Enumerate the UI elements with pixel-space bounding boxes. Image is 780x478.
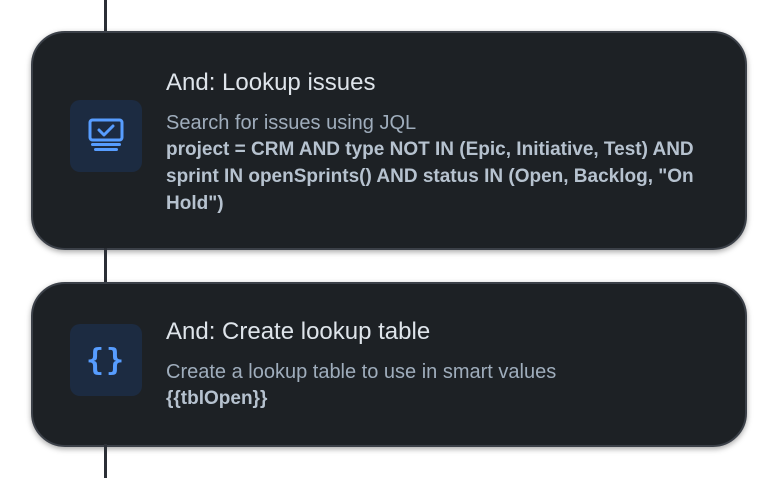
step-title: And: Lookup issues xyxy=(166,69,376,96)
jql-query: project = CRM AND type NOT IN (Epic, Ini… xyxy=(166,139,694,214)
monitor-check-icon xyxy=(88,118,124,151)
step-description: Create a lookup table to use in smart va… xyxy=(166,361,557,383)
braces-glyph: {} xyxy=(85,342,127,378)
flow-connector-top xyxy=(104,0,107,34)
rule-flow: And: Lookup issues Search for issues usi… xyxy=(0,0,780,478)
issue-search-icon xyxy=(70,100,142,172)
step-description: Search for issues using JQL xyxy=(166,112,417,134)
flow-connector-middle xyxy=(104,248,107,284)
step-text: And: Create lookup table Create a lookup… xyxy=(166,317,715,412)
step-card-create-lookup-table[interactable]: {} And: Create lookup table Create a loo… xyxy=(31,282,747,447)
lookup-table-name: {{tblOpen}} xyxy=(166,388,268,409)
flow-connector-bottom xyxy=(104,444,107,478)
curly-braces-icon: {} xyxy=(70,324,142,396)
step-text: And: Lookup issues Search for issues usi… xyxy=(166,68,715,217)
step-title: And: Create lookup table xyxy=(166,318,431,345)
step-card-lookup-issues[interactable]: And: Lookup issues Search for issues usi… xyxy=(31,31,747,250)
